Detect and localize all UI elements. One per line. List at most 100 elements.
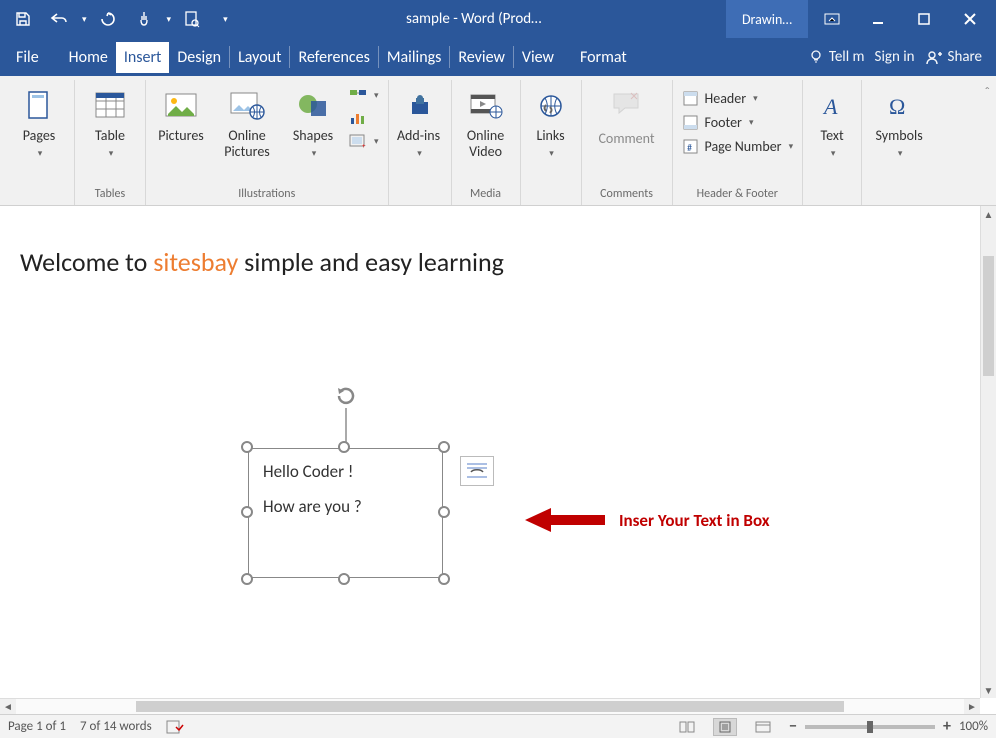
maximize-button[interactable] bbox=[906, 4, 942, 34]
smartart-button[interactable]: ▾ bbox=[346, 85, 382, 105]
scroll-down-button[interactable]: ▼ bbox=[981, 682, 996, 698]
zoom-slider[interactable] bbox=[805, 725, 935, 729]
resize-handle-sw[interactable] bbox=[241, 573, 253, 585]
redo-button[interactable] bbox=[93, 4, 123, 34]
comments-group-label: Comments bbox=[600, 185, 653, 205]
share-button[interactable]: Share bbox=[925, 48, 982, 66]
resize-handle-nw[interactable] bbox=[241, 441, 253, 453]
word-count[interactable]: 7 of 14 words bbox=[80, 719, 152, 734]
rotation-handle[interactable] bbox=[334, 384, 358, 408]
footer-icon bbox=[682, 115, 700, 131]
page-number-button[interactable]: #Page Number▾ bbox=[679, 136, 797, 157]
touch-dropdown[interactable]: ▾ bbox=[167, 14, 172, 25]
ribbon-display-button[interactable] bbox=[814, 4, 850, 34]
online-pictures-button[interactable]: Online Pictures bbox=[214, 82, 280, 160]
resize-handle-e[interactable] bbox=[438, 506, 450, 518]
read-mode-button[interactable] bbox=[675, 718, 699, 736]
touch-mode-button[interactable] bbox=[129, 4, 159, 34]
resize-handle-n[interactable] bbox=[338, 441, 350, 453]
addins-button[interactable]: Add-ins ▾ bbox=[395, 82, 445, 160]
links-group-label bbox=[549, 185, 552, 205]
page-number-icon: # bbox=[682, 139, 700, 155]
pictures-button[interactable]: Pictures bbox=[152, 82, 210, 144]
svg-text:+: + bbox=[362, 141, 366, 149]
tab-home[interactable]: Home bbox=[61, 42, 116, 73]
shapes-button[interactable]: Shapes▾ bbox=[284, 82, 342, 160]
table-button[interactable]: Table▾ bbox=[81, 82, 139, 160]
document-heading: Welcome to sitesbay simple and easy lear… bbox=[20, 246, 960, 278]
tab-format[interactable]: Format bbox=[572, 42, 635, 73]
chart-button[interactable] bbox=[346, 108, 382, 128]
symbols-group-label bbox=[898, 185, 901, 205]
undo-button[interactable] bbox=[44, 4, 74, 34]
share-label: Share bbox=[948, 48, 982, 66]
web-layout-button[interactable] bbox=[751, 718, 775, 736]
resize-handle-ne[interactable] bbox=[438, 441, 450, 453]
resize-handle-se[interactable] bbox=[438, 573, 450, 585]
illustrations-group-label: Illustrations bbox=[238, 185, 295, 205]
collapse-ribbon-button[interactable]: ˆ bbox=[984, 84, 990, 101]
contextual-tab-drawing[interactable]: Drawin… bbox=[726, 0, 808, 38]
header-button[interactable]: Header▾ bbox=[679, 88, 797, 109]
close-button[interactable] bbox=[952, 4, 988, 34]
header-footer-group-label: Header & Footer bbox=[697, 185, 778, 205]
layout-options-button[interactable] bbox=[460, 456, 494, 486]
addins-group-label bbox=[418, 185, 421, 205]
chart-icon bbox=[349, 110, 367, 126]
text-button[interactable]: A Text▾ bbox=[809, 82, 855, 160]
tab-view[interactable]: View bbox=[514, 42, 562, 73]
heading-brand: sitesbay bbox=[153, 246, 238, 278]
tab-insert[interactable]: Insert bbox=[116, 42, 170, 73]
vertical-scrollbar[interactable]: ▲ ▼ bbox=[980, 206, 996, 698]
text-label: Text bbox=[821, 127, 844, 144]
pages-button[interactable]: Pages▾ bbox=[10, 82, 68, 160]
resize-handle-s[interactable] bbox=[338, 573, 350, 585]
textbox-shape[interactable]: Hello Coder ! How are you ? bbox=[248, 448, 443, 578]
print-preview-button[interactable] bbox=[177, 4, 207, 34]
tab-file[interactable]: File bbox=[8, 42, 47, 73]
header-icon bbox=[682, 91, 700, 107]
zoom-out-button[interactable]: − bbox=[789, 717, 797, 736]
page-number-label: Page Number bbox=[705, 138, 782, 155]
spell-check-button[interactable] bbox=[166, 719, 184, 735]
tell-me-search[interactable]: Tell m bbox=[808, 48, 865, 66]
links-button[interactable]: Links▾ bbox=[527, 82, 575, 160]
symbols-button[interactable]: Ω Symbols▾ bbox=[868, 82, 930, 160]
textbox-line2[interactable]: How are you ? bbox=[263, 496, 428, 517]
scroll-right-button[interactable]: ► bbox=[964, 699, 980, 714]
scroll-up-button[interactable]: ▲ bbox=[981, 206, 996, 222]
zoom-level[interactable]: 100% bbox=[959, 719, 988, 734]
save-button[interactable] bbox=[8, 4, 38, 34]
annotation-text: Inser Your Text in Box bbox=[619, 510, 770, 531]
tables-group-label: Tables bbox=[95, 185, 125, 205]
undo-dropdown[interactable]: ▾ bbox=[82, 14, 87, 25]
online-pictures-label: Online Pictures bbox=[216, 128, 278, 160]
sign-in-button[interactable]: Sign in bbox=[875, 48, 915, 66]
minimize-button[interactable] bbox=[860, 4, 896, 34]
page-indicator[interactable]: Page 1 of 1 bbox=[8, 719, 66, 734]
zoom-in-button[interactable]: + bbox=[943, 717, 951, 736]
text-group-label bbox=[831, 185, 834, 205]
textbox-line1[interactable]: Hello Coder ! bbox=[263, 461, 428, 482]
tab-review[interactable]: Review bbox=[450, 42, 513, 73]
horizontal-scrollbar[interactable]: ◄ ► bbox=[0, 698, 980, 714]
zoom-thumb[interactable] bbox=[867, 721, 873, 733]
tab-references[interactable]: References bbox=[290, 42, 377, 73]
online-video-button[interactable]: Online Video bbox=[458, 82, 514, 160]
print-layout-button[interactable] bbox=[713, 718, 737, 736]
screenshot-button[interactable]: +▾ bbox=[346, 131, 382, 151]
links-label: Links bbox=[536, 127, 564, 144]
tab-layout[interactable]: Layout bbox=[230, 42, 289, 73]
scroll-left-button[interactable]: ◄ bbox=[0, 699, 16, 714]
table-label: Table bbox=[95, 127, 125, 144]
resize-handle-w[interactable] bbox=[241, 506, 253, 518]
arrow-left-icon bbox=[525, 506, 605, 534]
heading-pre: Welcome to bbox=[20, 246, 153, 278]
hscroll-thumb[interactable] bbox=[136, 701, 844, 712]
svg-text:Ω: Ω bbox=[889, 94, 905, 119]
vscroll-thumb[interactable] bbox=[983, 256, 994, 376]
tell-me-label: Tell m bbox=[829, 48, 865, 66]
footer-button[interactable]: Footer▾ bbox=[679, 112, 797, 133]
tab-mailings[interactable]: Mailings bbox=[379, 42, 450, 73]
tab-design[interactable]: Design bbox=[169, 42, 229, 73]
